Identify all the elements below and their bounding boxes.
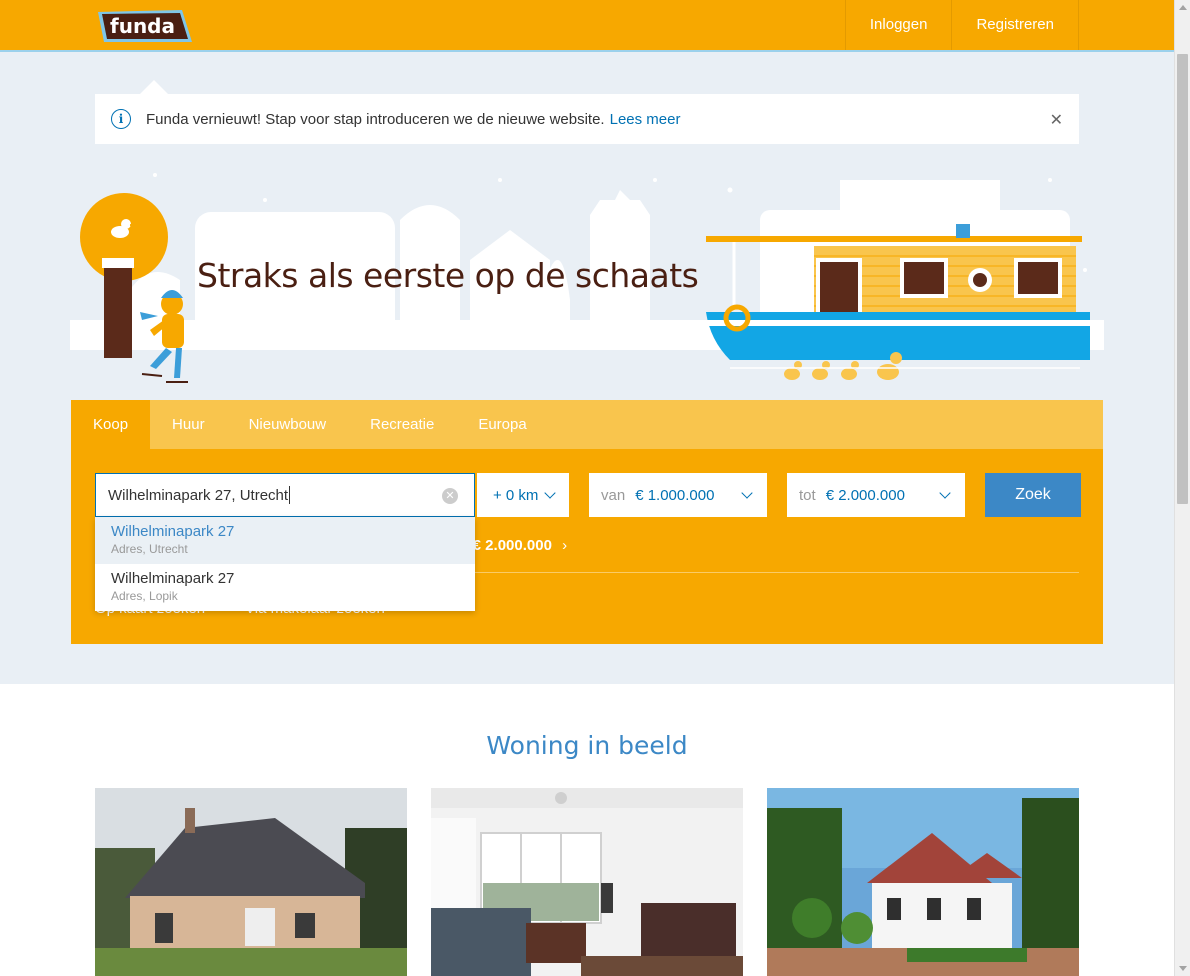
autocomplete-dropdown: Wilhelminapark 27 Adres, Utrecht Wilhelm… [95, 517, 475, 611]
autocomplete-item-main: Wilhelminapark 27 [111, 523, 235, 540]
funda-logo[interactable]: funda [96, 8, 194, 44]
location-search-input[interactable]: Wilhelminapark 27, Utrecht ✕ [95, 473, 475, 517]
radius-select[interactable]: + 0 km [477, 473, 569, 517]
text-caret [289, 486, 291, 504]
hero-banner: Straks als eerste op de schaats [70, 170, 1104, 400]
autocomplete-item-sub: Adres, Lopik [111, 589, 178, 603]
tab-recreatie[interactable]: Recreatie [348, 400, 456, 449]
price-from-select[interactable]: van € 1.000.000 [589, 473, 767, 517]
page-scrollbar[interactable] [1174, 0, 1190, 976]
price-to-select[interactable]: tot € 2.000.000 [787, 473, 965, 517]
scroll-up-arrow-icon[interactable] [1175, 0, 1190, 16]
section-title: Woning in beeld [486, 731, 688, 760]
clear-input-icon[interactable]: ✕ [442, 488, 458, 504]
featured-house-card[interactable] [95, 788, 407, 976]
hero-title: Straks als eerste op de schaats [197, 256, 699, 295]
read-more-link[interactable]: Lees meer [610, 111, 681, 128]
chevron-right-icon: › [562, 537, 568, 554]
search-tabs: Koop Huur Nieuwbouw Recreatie Europa [71, 400, 1103, 449]
tab-europa[interactable]: Europa [456, 400, 548, 449]
search-button[interactable]: Zoek [985, 473, 1081, 517]
close-icon[interactable]: ✕ [1050, 110, 1063, 130]
house-photo [431, 788, 743, 976]
notice-text: Funda vernieuwt! Stap voor stap introduc… [146, 110, 605, 128]
autocomplete-item[interactable]: Wilhelminapark 27 Adres, Lopik [95, 564, 475, 611]
location-input-value: Wilhelminapark 27, Utrecht [108, 486, 289, 504]
scroll-thumb[interactable] [1177, 54, 1188, 504]
notice-banner: i Funda vernieuwt! Stap voor stap introd… [95, 94, 1079, 144]
price-from-label: van [601, 486, 626, 504]
price-from-value: € 1.000.000 [635, 486, 715, 504]
autocomplete-item-sub: Adres, Utrecht [111, 542, 188, 556]
autocomplete-item-main: Wilhelminapark 27 [111, 570, 235, 587]
tab-huur[interactable]: Huur [150, 400, 227, 449]
tab-nieuwbouw[interactable]: Nieuwbouw [227, 400, 349, 449]
header-nav: Inloggen Registreren [844, 0, 1079, 50]
featured-house-card[interactable] [431, 788, 743, 976]
login-link[interactable]: Inloggen [844, 0, 952, 50]
chevron-down-icon [939, 487, 951, 499]
info-icon: i [111, 109, 131, 129]
autocomplete-item[interactable]: Wilhelminapark 27 Adres, Utrecht [95, 517, 475, 564]
search-row: Wilhelminapark 27, Utrecht ✕ + 0 km van … [95, 473, 1081, 517]
house-photo [95, 788, 407, 976]
chevron-down-icon [741, 487, 753, 499]
featured-house-card[interactable] [767, 788, 1079, 976]
notice-pointer [140, 80, 168, 94]
chevron-down-icon [544, 487, 557, 499]
tab-koop[interactable]: Koop [71, 400, 151, 449]
site-header: funda Inloggen Registreren [0, 0, 1174, 52]
price-to-label: tot [799, 486, 816, 504]
featured-section: Woning in beeld [0, 684, 1174, 976]
price-to-value: € 2.000.000 [825, 486, 905, 504]
house-photo [767, 788, 1079, 976]
scroll-down-arrow-icon[interactable] [1175, 960, 1190, 976]
logo-text: funda [110, 14, 175, 38]
radius-value: + 0 km [493, 486, 539, 504]
register-link[interactable]: Registreren [951, 0, 1079, 50]
